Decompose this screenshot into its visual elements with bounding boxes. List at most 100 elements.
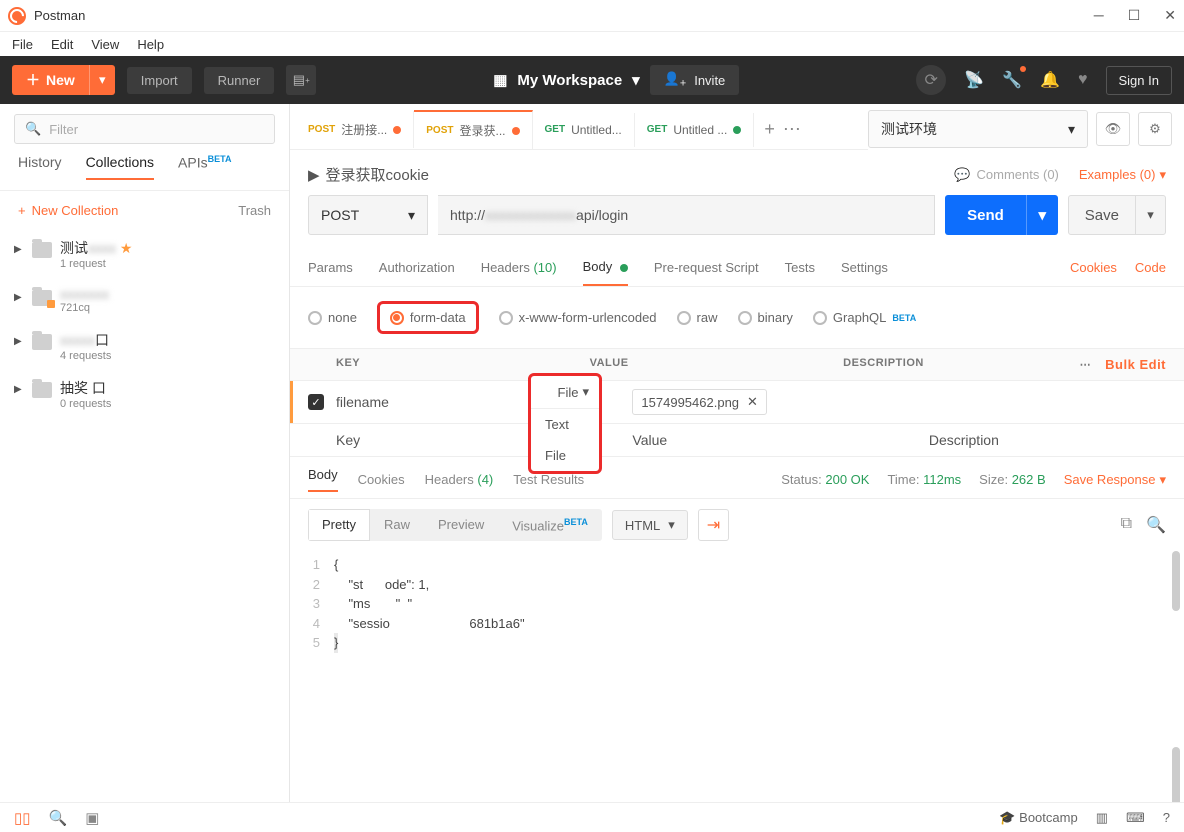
expand-icon[interactable]: ▶ (14, 238, 24, 255)
new-dropdown[interactable]: ▾ (89, 65, 115, 95)
bulk-edit-link[interactable]: Bulk Edit (1105, 357, 1166, 372)
viewer-raw[interactable]: Raw (370, 509, 424, 541)
find-icon[interactable]: 🔍 (49, 809, 68, 827)
menu-edit[interactable]: Edit (51, 37, 73, 52)
viewer-preview[interactable]: Preview (424, 509, 498, 541)
comments-link[interactable]: 💬Comments (0) (954, 167, 1059, 183)
tab-body[interactable]: Body (583, 249, 628, 286)
env-preview-button[interactable]: 👁 (1096, 112, 1130, 146)
file-value-chip[interactable]: 1574995462.png✕ (632, 389, 767, 415)
collection-item[interactable]: ▶ xxxxx口4 requests (0, 322, 289, 370)
window-minimize[interactable]: ─ (1094, 7, 1104, 24)
expand-icon[interactable]: ▶ (14, 286, 24, 303)
tab-params[interactable]: Params (308, 250, 353, 285)
scrollbar-thumb[interactable] (1172, 551, 1180, 611)
window-close[interactable]: ✕ (1164, 7, 1176, 24)
tab-authorization[interactable]: Authorization (379, 250, 455, 285)
new-collection-button[interactable]: +New Collection (18, 203, 118, 218)
more-icon[interactable]: ⋯ (1080, 358, 1092, 371)
breadcrumb[interactable]: ▶登录获取cookie (308, 164, 429, 185)
examples-link[interactable]: Examples (0)▾ (1079, 167, 1166, 183)
runner-button[interactable]: Runner (204, 67, 275, 94)
menu-file[interactable]: File (12, 37, 33, 52)
trash-link[interactable]: Trash (238, 203, 271, 218)
response-tab-body[interactable]: Body (308, 467, 338, 492)
send-button[interactable]: Send▾ (945, 195, 1058, 235)
request-tab[interactable]: POST注册接... (296, 111, 414, 148)
checkbox[interactable]: ✓ (308, 394, 324, 410)
sync-icon[interactable]: ⟳ (916, 65, 946, 95)
collection-item[interactable]: ▶ xxxxxxx721cq (0, 278, 289, 322)
expand-icon[interactable]: ▶ (14, 330, 24, 347)
kv-row-empty[interactable]: Key Value Description (290, 424, 1184, 457)
import-button[interactable]: Import (127, 67, 192, 94)
help-icon[interactable]: ? (1163, 810, 1170, 825)
field-type-dropdown[interactable]: File▾ Text File (528, 373, 602, 474)
copy-icon[interactable]: ⧉ (1121, 515, 1132, 535)
body-type-xwww[interactable]: x-www-form-urlencoded (499, 310, 657, 325)
send-dropdown[interactable]: ▾ (1026, 195, 1058, 235)
signin-button[interactable]: Sign In (1106, 66, 1172, 95)
cookies-link[interactable]: Cookies (1070, 260, 1117, 275)
method-selector[interactable]: POST▾ (308, 195, 428, 235)
collection-item[interactable]: ▶ 测试xxxx ★1 request (0, 230, 289, 278)
layout-icon[interactable]: ▥ (1096, 810, 1108, 826)
save-dropdown[interactable]: ▾ (1135, 196, 1165, 234)
url-input[interactable]: http://xxxxxxxxxxxxxapi/login (438, 195, 935, 235)
keyboard-icon[interactable]: ⌨ (1126, 810, 1145, 826)
menu-help[interactable]: Help (137, 37, 164, 52)
search-response-icon[interactable]: 🔍 (1146, 515, 1166, 535)
request-tab[interactable]: GETUntitled ... (635, 113, 755, 147)
body-type-none[interactable]: none (308, 310, 357, 325)
tab-history[interactable]: History (18, 154, 62, 180)
request-tab[interactable]: GETUntitled... (533, 113, 635, 147)
response-tab-tests[interactable]: Test Results (513, 472, 584, 487)
filter-input[interactable]: 🔍 Filter (14, 114, 275, 144)
bell-icon[interactable]: 🔔 (1040, 70, 1060, 90)
tab-prerequest[interactable]: Pre-request Script (654, 250, 759, 285)
save-response-button[interactable]: Save Response ▾ (1064, 472, 1166, 488)
tab-headers[interactable]: Headers (10) (481, 250, 557, 285)
wrench-icon[interactable]: 🔧 (1002, 70, 1022, 90)
satellite-icon[interactable]: 📡 (964, 70, 984, 90)
tab-tests[interactable]: Tests (785, 250, 815, 285)
response-tab-cookies[interactable]: Cookies (358, 472, 405, 487)
tab-collections[interactable]: Collections (86, 154, 154, 180)
body-type-graphql[interactable]: GraphQLBETA (813, 310, 916, 325)
console-icon[interactable]: ▣ (85, 809, 99, 827)
add-tab-button[interactable]: + (764, 119, 775, 140)
open-new-window-button[interactable]: ▤+ (286, 65, 316, 95)
remove-file-icon[interactable]: ✕ (747, 394, 758, 410)
expand-icon[interactable]: ▶ (14, 378, 24, 395)
workspace-selector[interactable]: ▦ My Workspace ▾ (493, 71, 639, 89)
tab-apis[interactable]: APIsBETA (178, 154, 231, 180)
format-selector[interactable]: HTML▾ (612, 510, 688, 540)
response-tab-headers[interactable]: Headers (4) (425, 472, 494, 487)
environment-selector[interactable]: 测试环境▾ (868, 110, 1088, 148)
code-link[interactable]: Code (1135, 260, 1166, 275)
body-type-raw[interactable]: raw (677, 310, 718, 325)
collection-item[interactable]: ▶ 抽奖 口0 requests (0, 370, 289, 418)
save-button[interactable]: Save▾ (1068, 195, 1166, 235)
tab-settings[interactable]: Settings (841, 250, 888, 285)
wrap-lines-button[interactable]: ⇥ (698, 509, 729, 541)
window-maximize[interactable]: ☐ (1128, 7, 1141, 24)
viewer-pretty[interactable]: Pretty (308, 509, 370, 541)
viewer-visualize[interactable]: VisualizeBETA (498, 509, 602, 541)
request-tab[interactable]: POST登录获... (414, 110, 532, 149)
new-button[interactable]: New ▾ (12, 65, 115, 95)
menu-view[interactable]: View (91, 37, 119, 52)
body-type-binary[interactable]: binary (738, 310, 793, 325)
type-option-text[interactable]: Text (531, 409, 599, 440)
sidebar-toggle-icon[interactable]: ▯▯ (14, 809, 31, 827)
kv-row[interactable]: ✓ filename 1574995462.png✕ (290, 381, 1184, 424)
star-icon[interactable]: ★ (120, 240, 133, 256)
heart-icon[interactable]: ♥ (1078, 71, 1088, 89)
scrollbar-thumb[interactable] (1172, 747, 1180, 802)
body-type-formdata[interactable]: form-data (377, 301, 479, 334)
settings-button[interactable]: ⚙ (1138, 112, 1172, 146)
type-option-file[interactable]: File (531, 440, 599, 471)
invite-button[interactable]: 👤+ Invite (650, 65, 740, 96)
tab-menu-button[interactable]: ⋯ (783, 119, 801, 140)
response-body[interactable]: 1{ 2 "st ode": 1, 3 "ms " " 4 "sessio 68… (290, 551, 1184, 657)
